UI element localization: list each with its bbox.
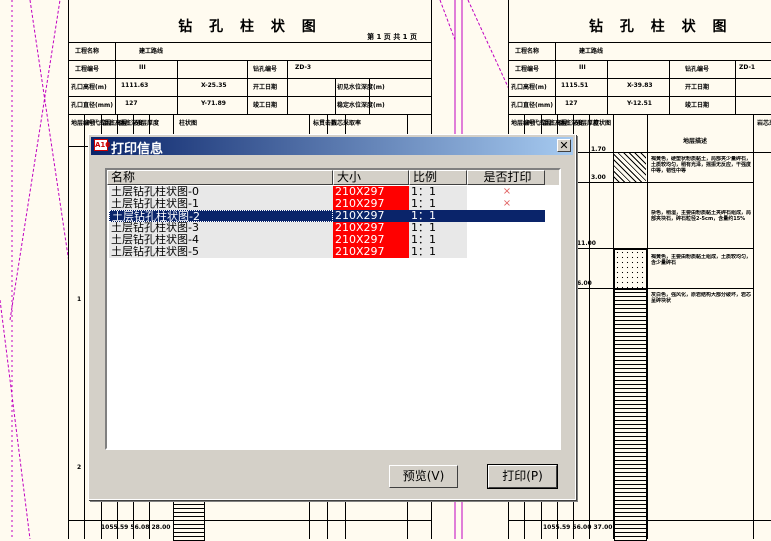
r-diameter-val: 127 bbox=[565, 100, 578, 107]
item-name: 土层钻孔柱状图-0 bbox=[109, 186, 333, 198]
r-borehole-no-key: 钻孔编号 bbox=[685, 66, 710, 73]
cad-canvas: 钻 孔 柱 状 图 第 1 页 共 1 页 工程名称 建工路线 工程编号 III… bbox=[0, 0, 771, 541]
list-item[interactable]: 土层钻孔柱状图-4 210X297 1：1 bbox=[107, 234, 559, 246]
item-print-flag[interactable] bbox=[467, 246, 545, 258]
cell-elevation-val: 1111.63 bbox=[121, 82, 149, 89]
cell-x-coord: X-25.35 bbox=[201, 82, 227, 89]
item-size: 210X297 bbox=[333, 198, 409, 210]
dialog-title: 打印信息 bbox=[111, 142, 164, 157]
cell-y-coord: Y-71.89 bbox=[201, 100, 226, 107]
cell-elevation-key: 孔口高程(m) bbox=[71, 84, 107, 91]
print-list[interactable]: 名称 大小 比例 是否打印 土层钻孔柱状图-0 210X297 1：1 × 土层… bbox=[105, 168, 561, 450]
item-size: 210X297 bbox=[333, 222, 409, 234]
item-name: 土层钻孔柱状图-3 bbox=[109, 222, 333, 234]
print-button[interactable]: 打印(P) bbox=[487, 464, 558, 489]
item-name: 土层钻孔柱状图-4 bbox=[109, 234, 333, 246]
item-size: 210X297 bbox=[333, 210, 409, 222]
item-ratio: 1：1 bbox=[409, 246, 467, 258]
r-bottom-row: 1055.59 56.00 37.00 bbox=[543, 524, 613, 531]
fill-pattern-1 bbox=[614, 153, 646, 182]
column-header-ratio[interactable]: 比例 bbox=[409, 170, 467, 185]
r-elevation-val: 1115.51 bbox=[561, 82, 589, 89]
list-item[interactable]: 土层钻孔柱状图-3 210X297 1：1 bbox=[107, 222, 559, 234]
r-x-coord: X-39.83 bbox=[627, 82, 653, 89]
cell-stable-water-key: 稳定水位深度(m) bbox=[337, 102, 385, 109]
r-project-name-val: 建工路线 bbox=[579, 48, 604, 55]
r-col-head-column: 柱状图 bbox=[593, 120, 612, 127]
r-col-head-description: 地层描述 bbox=[683, 138, 708, 145]
cell-start-date-key: 开工日期 bbox=[253, 84, 278, 91]
close-icon[interactable]: ✕ bbox=[557, 139, 571, 152]
app-icon: A10 bbox=[94, 139, 111, 151]
bottom-row: 1055.59 56.08 28.00 bbox=[101, 524, 171, 531]
item-ratio: 1：1 bbox=[409, 234, 467, 246]
preview-button[interactable]: 预览(V) bbox=[389, 465, 458, 488]
sheet-title-right: 钻 孔 柱 状 图 bbox=[589, 19, 733, 35]
list-item[interactable]: 土层钻孔柱状图-1 210X297 1：1 × bbox=[107, 198, 559, 210]
item-ratio: 1：1 bbox=[409, 198, 467, 210]
r-depth-value-1: 3.00 bbox=[591, 174, 606, 181]
fill-pattern-3 bbox=[614, 289, 647, 541]
item-size: 210X297 bbox=[333, 234, 409, 246]
item-ratio: 1：1 bbox=[409, 222, 467, 234]
cell-diameter-key: 孔口直径(mm) bbox=[71, 102, 113, 109]
item-name: 土层钻孔柱状图-5 bbox=[109, 246, 333, 258]
item-print-flag[interactable]: × bbox=[467, 198, 545, 210]
list-header: 名称 大小 比例 是否打印 bbox=[107, 170, 559, 185]
list-item[interactable]: 土层钻孔柱状图-5 210X297 1：1 bbox=[107, 246, 559, 258]
r-diameter-key: 孔口直径(mm) bbox=[511, 102, 553, 109]
r-depth-value-3: 6.00 bbox=[577, 280, 592, 287]
col-head-recovery: 岩芯采取率 bbox=[331, 120, 362, 127]
r-desc-3: 褐黄色，主要由粉质黏土组成，土质较均匀，含少量碎石 bbox=[651, 254, 751, 266]
item-ratio: 1：1 bbox=[409, 210, 467, 222]
r-start-date-key: 开工日期 bbox=[685, 84, 710, 91]
item-name: 土层钻孔柱状图-1 bbox=[109, 198, 333, 210]
col-head-column: 柱状图 bbox=[179, 120, 198, 127]
cell-project-no-key: 工程编号 bbox=[75, 66, 100, 73]
depth-mark-1: 1 bbox=[77, 296, 82, 303]
depth-mark-2: 2 bbox=[77, 464, 82, 471]
dialog-title-bar[interactable]: A10 打印信息 ✕ bbox=[91, 137, 573, 157]
r-project-no-key: 工程编号 bbox=[515, 66, 540, 73]
print-info-dialog: A10 打印信息 ✕ 名称 大小 比例 是否打印 土层钻孔柱状图-0 210X2… bbox=[88, 134, 576, 500]
cell-project-no-val: III bbox=[139, 64, 146, 71]
hatch-column-left bbox=[173, 500, 205, 541]
r-depth-value-2: 11.00 bbox=[577, 240, 596, 247]
item-name: 土层钻孔柱状图-2 bbox=[109, 210, 333, 222]
item-ratio: 1：1 bbox=[409, 186, 467, 198]
r-project-name-key: 工程名称 bbox=[515, 48, 540, 55]
item-print-flag[interactable]: × bbox=[467, 186, 545, 198]
page-label: 第 1 页 共 1 页 bbox=[367, 33, 417, 41]
cell-borehole-no-key: 钻孔编号 bbox=[253, 66, 278, 73]
r-project-no-val: III bbox=[579, 64, 586, 71]
r-y-coord: Y-12.51 bbox=[627, 100, 652, 107]
r-desc-4: 灰白色，强风化，原岩结构大部分破坏，岩芯呈碎块状 bbox=[651, 292, 751, 304]
cell-diameter-val: 127 bbox=[125, 100, 138, 107]
r-col-head-recovery: 岩芯采取率 bbox=[757, 120, 771, 127]
col-head-thickness: 分层厚度 bbox=[135, 120, 160, 127]
fill-pattern-2 bbox=[614, 249, 647, 289]
cell-project-name-val: 建工路线 bbox=[139, 48, 164, 55]
column-header-size[interactable]: 大小 bbox=[333, 170, 409, 185]
item-size: 210X297 bbox=[333, 186, 409, 198]
item-print-flag[interactable] bbox=[467, 234, 545, 246]
r-desc-2: 杂色，稍湿，主要由粉质黏土夹碎石组成，局部夹块石，碎石粒径2-5cm，含量约15… bbox=[651, 210, 751, 222]
cell-borehole-no-val: ZD-3 bbox=[295, 64, 312, 71]
item-size: 210X297 bbox=[333, 246, 409, 258]
cell-project-name-key: 工程名称 bbox=[75, 48, 100, 55]
r-elevation-key: 孔口高程(m) bbox=[511, 84, 547, 91]
item-print-flag[interactable] bbox=[467, 222, 545, 234]
cell-water-level-key: 初见水位深度(m) bbox=[337, 84, 385, 91]
column-header-name[interactable]: 名称 bbox=[107, 170, 333, 185]
cell-end-date-key: 竣工日期 bbox=[253, 102, 278, 109]
item-print-flag[interactable] bbox=[467, 210, 545, 222]
column-header-print[interactable]: 是否打印 bbox=[467, 170, 545, 185]
r-depth-value-0: 1.70 bbox=[591, 146, 606, 153]
list-item[interactable]: 土层钻孔柱状图-0 210X297 1：1 × bbox=[107, 186, 559, 198]
r-end-date-key: 竣工日期 bbox=[685, 102, 710, 109]
r-borehole-no-val: ZD-1 bbox=[739, 64, 756, 71]
list-item-selected[interactable]: 土层钻孔柱状图-2 210X297 1：1 bbox=[107, 210, 559, 222]
r-desc-1: 褐黄色，硬塑状粉质黏土，局部夹少量碎石，土质较均匀，稍有光泽，摇振无反应，干强度… bbox=[651, 156, 751, 174]
